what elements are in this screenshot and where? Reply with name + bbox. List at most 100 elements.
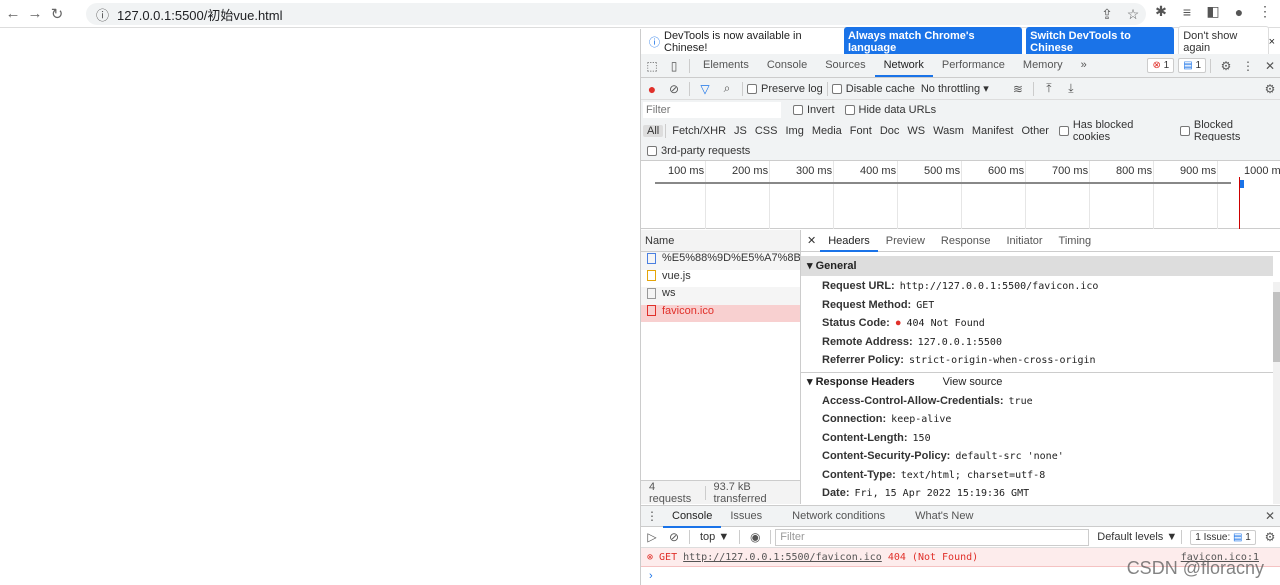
tab-network[interactable]: Network bbox=[874, 54, 933, 77]
record-icon[interactable]: ● bbox=[641, 81, 663, 97]
type-js[interactable]: JS bbox=[730, 125, 751, 137]
filter-input[interactable] bbox=[643, 102, 781, 118]
request-list: Name %E5%88%9D%E5%A7%8Bv... vue.js ws favic… bbox=[641, 230, 801, 480]
error-url-link[interactable]: http://127.0.0.1:5500/favicon.ico bbox=[683, 552, 882, 563]
tab-headers[interactable]: Headers bbox=[820, 230, 878, 252]
menu-icon[interactable]: ⋮ bbox=[1252, 3, 1278, 20]
close-drawer-icon[interactable]: ✕ bbox=[1259, 509, 1280, 523]
info-icon[interactable]: ⓘ bbox=[96, 5, 109, 24]
profile-icon[interactable]: ● bbox=[1226, 4, 1252, 20]
disable-cache-checkbox[interactable]: Disable cache bbox=[831, 83, 915, 95]
clear-icon[interactable]: ⊘ bbox=[663, 82, 685, 96]
request-row[interactable]: favicon.ico bbox=[641, 304, 800, 322]
console-sidebar-icon[interactable]: ▷ bbox=[641, 530, 663, 544]
share-icon[interactable]: ⇪ bbox=[1094, 6, 1120, 23]
type-css[interactable]: CSS bbox=[751, 125, 782, 137]
network-overview-timeline[interactable]: 100 ms 200 ms 300 ms 400 ms 500 ms 600 ms 700 … bbox=[641, 161, 1280, 229]
extensions-icon[interactable]: ✱ bbox=[1148, 3, 1174, 20]
header-row: Content-Type: text/html; charset=utf-8 bbox=[801, 466, 1280, 485]
general-section-header[interactable]: ▾ General bbox=[801, 256, 1273, 276]
type-fetch-xhr[interactable]: Fetch/XHR bbox=[668, 125, 730, 137]
tab-memory[interactable]: Memory bbox=[1014, 54, 1072, 77]
switch-chinese-button[interactable]: Switch DevTools to Chinese bbox=[1026, 26, 1175, 57]
invert-checkbox[interactable]: Invert bbox=[793, 104, 835, 116]
type-ws[interactable]: WS bbox=[903, 125, 929, 137]
request-row[interactable]: ws bbox=[641, 287, 800, 305]
context-select[interactable]: top ▼ bbox=[700, 531, 729, 543]
filter-icon[interactable]: ▽ bbox=[694, 82, 716, 96]
timeline-tick: 400 ms bbox=[860, 161, 898, 229]
blocked-cookies-checkbox[interactable]: Has blocked cookies bbox=[1058, 119, 1172, 143]
network-settings-icon[interactable]: ⚙ bbox=[1259, 82, 1280, 96]
reload-icon[interactable]: ↻ bbox=[46, 5, 68, 23]
tab-whats-new[interactable]: What's New bbox=[906, 505, 982, 528]
more-options-icon[interactable]: ⋮ bbox=[1237, 59, 1259, 73]
type-media[interactable]: Media bbox=[808, 125, 846, 137]
request-name: favicon.ico bbox=[662, 304, 714, 317]
type-img[interactable]: Img bbox=[781, 125, 807, 137]
name-column-header[interactable]: Name bbox=[641, 230, 800, 252]
dont-show-again-button[interactable]: Don't show again bbox=[1178, 25, 1269, 58]
third-party-checkbox[interactable]: 3rd-party requests bbox=[641, 141, 1280, 161]
response-headers-section-header[interactable]: ▾ Response Headers View source bbox=[801, 371, 1273, 392]
tab-initiator[interactable]: Initiator bbox=[998, 230, 1050, 252]
type-wasm[interactable]: Wasm bbox=[929, 125, 968, 137]
more-tabs-icon[interactable]: » bbox=[1072, 54, 1096, 77]
reading-list-icon[interactable]: ≡ bbox=[1174, 4, 1200, 20]
match-language-button[interactable]: Always match Chrome's language bbox=[843, 26, 1023, 57]
star-icon[interactable]: ☆ bbox=[1120, 6, 1146, 23]
clear-console-icon[interactable]: ⊘ bbox=[663, 530, 685, 544]
device-toolbar-icon[interactable]: ▯ bbox=[663, 59, 685, 73]
tab-response[interactable]: Response bbox=[933, 230, 999, 252]
tab-timing[interactable]: Timing bbox=[1051, 230, 1100, 252]
address-bar[interactable]: ⓘ 127.0.0.1:5500/初始vue.html ⇪ ☆ bbox=[86, 3, 1146, 25]
close-devtools-icon[interactable]: ✕ bbox=[1259, 59, 1280, 73]
request-row[interactable]: %E5%88%9D%E5%A7%8Bv... bbox=[641, 252, 800, 270]
tab-drawer-console[interactable]: Console bbox=[663, 505, 722, 528]
error-icon: ⊗ bbox=[647, 551, 654, 563]
tick-label: 800 ms bbox=[1116, 165, 1153, 177]
forward-icon[interactable]: → bbox=[24, 5, 46, 22]
sidebar-icon[interactable]: ◧ bbox=[1200, 3, 1226, 20]
import-har-icon[interactable]: ⤒ bbox=[1038, 81, 1060, 96]
issues-button[interactable]: 1 Issue: ▤ 1 bbox=[1190, 529, 1256, 545]
error-count-badge[interactable]: ⊗ 1 bbox=[1147, 58, 1175, 73]
settings-icon[interactable]: ⚙ bbox=[1215, 59, 1237, 73]
blocked-requests-checkbox[interactable]: Blocked Requests bbox=[1180, 119, 1280, 143]
tab-elements[interactable]: Elements bbox=[694, 54, 758, 77]
back-icon[interactable]: ← bbox=[2, 5, 24, 22]
view-source-link[interactable]: View source bbox=[943, 372, 1003, 392]
type-font[interactable]: Font bbox=[846, 125, 876, 137]
message-count-badge[interactable]: ▤ 1 bbox=[1178, 58, 1206, 73]
request-row[interactable]: vue.js bbox=[641, 270, 800, 288]
inspect-icon[interactable]: ⬚ bbox=[641, 59, 663, 73]
doc-file-icon bbox=[647, 252, 656, 264]
type-other[interactable]: Other bbox=[1017, 125, 1053, 137]
drawer-menu-icon[interactable]: ⋮ bbox=[641, 509, 663, 523]
type-doc[interactable]: Doc bbox=[876, 125, 904, 137]
type-all[interactable]: All bbox=[643, 124, 664, 137]
tab-console[interactable]: Console bbox=[758, 54, 816, 77]
eye-icon[interactable]: ◉ bbox=[744, 530, 766, 544]
request-name: %E5%88%9D%E5%A7%8Bv... bbox=[662, 252, 800, 264]
search-icon[interactable]: ⌕ bbox=[716, 81, 738, 96]
console-settings-icon[interactable]: ⚙ bbox=[1259, 530, 1280, 544]
details-scrollbar[interactable] bbox=[1273, 282, 1280, 504]
preserve-log-checkbox[interactable]: Preserve log bbox=[747, 83, 823, 95]
tab-performance[interactable]: Performance bbox=[933, 54, 1014, 77]
console-filter-input[interactable]: Filter bbox=[775, 528, 1090, 546]
third-party-label: 3rd-party requests bbox=[661, 144, 751, 157]
tick-label: 500 ms bbox=[924, 165, 961, 177]
hide-data-urls-checkbox[interactable]: Hide data URLs bbox=[844, 104, 936, 116]
close-details-icon[interactable]: ✕ bbox=[807, 234, 816, 247]
tab-network-conditions[interactable]: Network conditions bbox=[783, 505, 894, 528]
network-conditions-icon[interactable]: ≋ bbox=[1007, 82, 1029, 96]
export-har-icon[interactable]: ⤓ bbox=[1060, 81, 1082, 96]
throttling-select[interactable]: No throttling ▾ bbox=[921, 82, 1007, 95]
tab-sources[interactable]: Sources bbox=[816, 54, 874, 77]
log-levels-select[interactable]: Default levels ▼ bbox=[1097, 531, 1177, 543]
close-icon[interactable]: × bbox=[1269, 36, 1275, 48]
tab-preview[interactable]: Preview bbox=[878, 230, 933, 252]
type-manifest[interactable]: Manifest bbox=[968, 125, 1018, 137]
tab-issues[interactable]: Issues bbox=[721, 505, 771, 528]
